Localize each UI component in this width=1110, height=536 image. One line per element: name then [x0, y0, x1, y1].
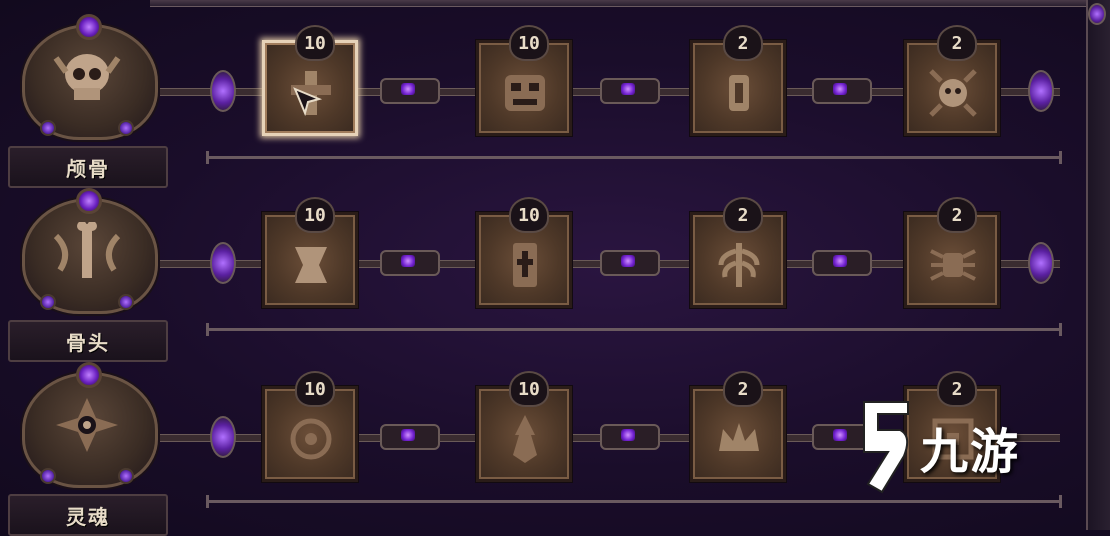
level-badge: 2: [723, 197, 763, 233]
window-top-frame: [150, 0, 1088, 7]
link-node-1: [380, 424, 440, 450]
link-node-3: [812, 78, 872, 104]
upgrade-row-bone: 骨头 10 10 2 2: [0, 182, 1090, 362]
level-badge: 10: [509, 197, 549, 233]
bone-cross-icon: [513, 243, 537, 287]
row-end-gem-icon: [1028, 70, 1054, 112]
tombstone-icon: [729, 75, 749, 111]
bone-emblem: [16, 188, 158, 316]
watermark-text: 九游: [920, 424, 1021, 480]
soul-emblem: [16, 362, 158, 490]
progress-track: [206, 151, 1062, 164]
level-badge: 10: [295, 371, 335, 407]
level-badge: 2: [937, 25, 977, 61]
level-badge: 2: [723, 25, 763, 61]
level-badge: 2: [937, 197, 977, 233]
upgrade-card[interactable]: 2: [690, 371, 786, 482]
rune-circle-icon: [290, 418, 332, 460]
level-badge: 10: [295, 197, 335, 233]
skull-sun-icon: [929, 69, 977, 117]
watermark: 九游: [856, 392, 1076, 502]
level-badge: 10: [295, 25, 335, 61]
grinning-face-icon: [505, 75, 545, 111]
frame-gem-icon: [1088, 3, 1106, 25]
row-start-gem-icon: [210, 416, 236, 458]
ribcage-icon: [718, 243, 760, 287]
upgrade-card[interactable]: 10: [262, 197, 358, 308]
link-node-2: [600, 78, 660, 104]
upgrade-card[interactable]: 2: [690, 25, 786, 136]
bone-icon: [295, 247, 327, 283]
upgrade-card[interactable]: 2: [904, 197, 1000, 308]
link-node-2: [600, 250, 660, 276]
skull-icon: [53, 54, 121, 100]
flame-spirit-icon: [513, 415, 537, 463]
crown-icon: [719, 423, 759, 451]
progress-track: [206, 323, 1062, 336]
link-node-1: [380, 78, 440, 104]
emblem-gem-icon: [76, 362, 102, 388]
skull-emblem: [16, 14, 158, 142]
upgrade-row-skull: 颅骨 10 10 2 2: [0, 8, 1090, 188]
row-start-gem-icon: [210, 242, 236, 284]
upgrade-card[interactable]: 10: [476, 197, 572, 308]
level-badge: 10: [509, 25, 549, 61]
level-badge: 2: [723, 371, 763, 407]
upgrade-card[interactable]: 2: [904, 25, 1000, 136]
soul-eye-icon: [56, 398, 118, 452]
link-node-3: [812, 250, 872, 276]
crossed-bones-icon: [53, 222, 121, 278]
link-node-1: [380, 250, 440, 276]
row-start-gem-icon: [210, 70, 236, 112]
upgrade-card[interactable]: 10: [476, 25, 572, 136]
upgrade-card[interactable]: 2: [690, 197, 786, 308]
nine-game-logo-icon: [863, 401, 909, 494]
level-badge: 10: [509, 371, 549, 407]
pointer-cursor-icon: [293, 87, 323, 117]
spider-icon: [930, 249, 976, 281]
upgrade-card[interactable]: 10: [262, 25, 358, 136]
row-end-gem-icon: [1028, 242, 1054, 284]
link-node-2: [600, 424, 660, 450]
upgrade-card[interactable]: 10: [476, 371, 572, 482]
upgrade-card[interactable]: 10: [262, 371, 358, 482]
emblem-gem-icon: [76, 14, 102, 40]
emblem-gem-icon: [76, 188, 102, 214]
